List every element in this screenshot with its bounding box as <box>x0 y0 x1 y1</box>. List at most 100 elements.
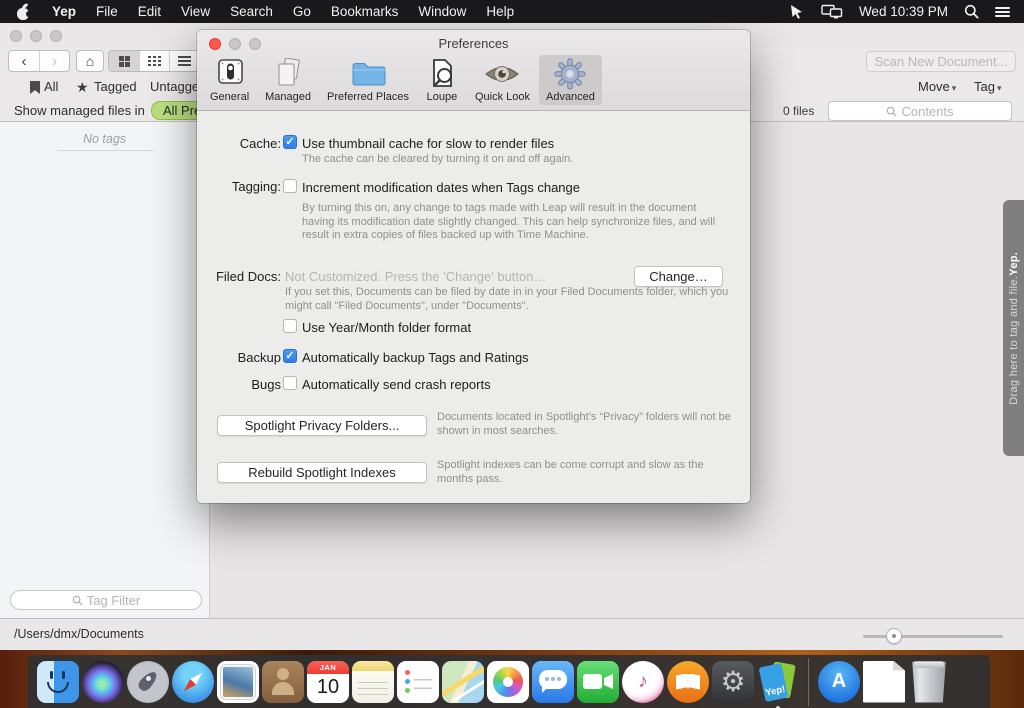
cursor-status-icon[interactable] <box>789 4 805 19</box>
contents-search-field[interactable]: Contents <box>828 101 1012 121</box>
cache-checkbox-label[interactable]: Use thumbnail cache for slow to render f… <box>302 136 554 151</box>
star-icon[interactable]: ★ <box>76 80 89 94</box>
menu-help[interactable]: Help <box>476 0 524 23</box>
preferences-content: Cache: ✓ Use thumbnail cache for slow to… <box>197 111 750 503</box>
view-small-list-button[interactable] <box>139 51 169 71</box>
tab-managed[interactable]: Managed <box>258 55 318 105</box>
tab-advanced[interactable]: Advanced <box>539 55 602 105</box>
contents-placeholder: Contents <box>901 104 953 119</box>
dock-trash-icon[interactable] <box>908 661 950 703</box>
dock-notes-icon[interactable] <box>352 661 394 703</box>
dock-document-icon[interactable] <box>863 661 905 703</box>
dock-reminders-icon[interactable] <box>397 661 439 703</box>
menu-app[interactable]: Yep <box>42 0 86 23</box>
filter-all[interactable]: All <box>44 79 58 94</box>
calendar-month: JAN <box>307 661 349 674</box>
back-button[interactable]: ‹ <box>9 51 39 71</box>
tagging-checkbox[interactable] <box>283 179 297 193</box>
tagging-label: Tagging: <box>197 179 281 194</box>
spotlight-search-icon[interactable] <box>964 4 979 19</box>
move-menu[interactable]: Move▾ <box>918 79 956 94</box>
tag-menu[interactable]: Tag▾ <box>974 79 1002 94</box>
rebuild-indexes-note: Spotlight indexes can be come corrupt an… <box>437 459 732 486</box>
apple-menu-icon[interactable] <box>16 4 30 20</box>
backup-label: Backup <box>197 350 281 365</box>
status-bar: /Users/dmx/Documents <box>0 618 1024 650</box>
tab-preferred-places[interactable]: Preferred Places <box>320 55 416 105</box>
thumbnail-size-slider-track[interactable] <box>863 635 1003 638</box>
home-button[interactable]: ⌂ <box>77 51 103 71</box>
dock-app-store-icon[interactable]: A <box>818 661 860 703</box>
menu-clock[interactable]: Wed 10:39 PM <box>859 0 948 23</box>
forward-button[interactable]: › <box>39 51 69 71</box>
no-tags-label: No tags <box>0 132 209 146</box>
dock-messages-icon[interactable] <box>532 661 574 703</box>
tags-sidebar: No tags Tag Filter <box>0 122 210 618</box>
menu-search[interactable]: Search <box>220 0 283 23</box>
dock-contacts-icon[interactable] <box>262 661 304 703</box>
tag-filter-field[interactable]: Tag Filter <box>10 590 202 610</box>
dock-calendar-icon[interactable]: JAN 10 <box>307 661 349 703</box>
bugs-checkbox[interactable] <box>283 376 297 390</box>
displays-icon[interactable] <box>821 4 843 19</box>
dock-yep-icon[interactable]: Yep! <box>757 661 799 703</box>
menu-file[interactable]: File <box>86 0 128 23</box>
eye-icon <box>482 58 522 90</box>
current-path: /Users/dmx/Documents <box>14 627 144 641</box>
dock-separator <box>808 658 809 706</box>
year-month-checkbox-label[interactable]: Use Year/Month folder format <box>302 320 471 335</box>
menu-bookmarks[interactable]: Bookmarks <box>321 0 409 23</box>
dock-launchpad-icon[interactable] <box>127 661 169 703</box>
change-button[interactable]: Change… <box>634 266 723 287</box>
tagging-checkbox-label[interactable]: Increment modification dates when Tags c… <box>302 180 580 195</box>
tab-quick-look[interactable]: Quick Look <box>468 55 537 105</box>
dock-siri-icon[interactable] <box>82 661 124 703</box>
dock-photos-icon[interactable] <box>487 661 529 703</box>
bugs-label: Bugs <box>197 377 281 392</box>
dock-itunes-icon[interactable]: ♪ <box>622 661 664 703</box>
view-grid-button[interactable] <box>109 51 139 71</box>
preferences-title: Preferences <box>197 36 750 51</box>
menu-edit[interactable]: Edit <box>128 0 171 23</box>
bookmark-filter-icon[interactable] <box>30 81 40 94</box>
nav-buttons: ‹ › <box>8 50 70 72</box>
tab-general[interactable]: General <box>203 55 256 105</box>
dock-facetime-icon[interactable] <box>577 661 619 703</box>
managed-icon <box>271 58 305 90</box>
spotlight-privacy-note: Documents located in Spotlight’s “Privac… <box>437 411 732 438</box>
dock: JAN 10 ♪ ⚙ Yep! A <box>28 655 990 708</box>
chevron-down-icon: ▾ <box>952 83 957 93</box>
dock-ibooks-icon[interactable] <box>667 661 709 703</box>
dock-safari-icon[interactable] <box>172 661 214 703</box>
menu-view[interactable]: View <box>171 0 220 23</box>
tab-loupe[interactable]: Loupe <box>418 55 466 105</box>
filed-docs-note: If you set this, Documents can be filed … <box>285 286 730 313</box>
bugs-checkbox-label[interactable]: Automatically send crash reports <box>302 377 491 392</box>
calendar-day: 10 <box>307 674 349 701</box>
search-icon <box>72 595 83 606</box>
menu-go[interactable]: Go <box>283 0 321 23</box>
dock-maps-icon[interactable] <box>442 661 484 703</box>
dock-system-preferences-icon[interactable]: ⚙ <box>712 661 754 703</box>
search-icon <box>886 106 897 117</box>
gear-icon <box>553 58 587 90</box>
filed-docs-value: Not Customized. Press the 'Change' butto… <box>285 269 547 284</box>
menu-window[interactable]: Window <box>408 0 476 23</box>
view-list-button[interactable] <box>169 51 199 71</box>
notification-center-icon[interactable] <box>995 5 1010 19</box>
rebuild-indexes-button[interactable]: Rebuild Spotlight Indexes <box>217 462 427 483</box>
backup-checkbox-label[interactable]: Automatically backup Tags and Ratings <box>302 350 529 365</box>
dock-finder-icon[interactable] <box>37 661 79 703</box>
tag-filter-placeholder: Tag Filter <box>87 593 140 608</box>
cache-checkbox[interactable]: ✓ <box>283 135 297 149</box>
spotlight-privacy-button[interactable]: Spotlight Privacy Folders... <box>217 415 427 436</box>
yep-drag-tab[interactable]: Drag here to tag and file.Yep. <box>1003 200 1024 456</box>
filter-tagged[interactable]: Tagged <box>94 79 137 94</box>
scan-new-document-button[interactable]: Scan New Document... <box>866 51 1016 72</box>
screen: Yep File Edit View Search Go Bookmarks W… <box>0 0 1024 708</box>
dock-mail-icon[interactable] <box>217 661 259 703</box>
home-button-group: ⌂ <box>76 50 104 72</box>
backup-checkbox[interactable]: ✓ <box>283 349 297 363</box>
thumbnail-size-slider-knob[interactable] <box>886 628 902 644</box>
year-month-checkbox[interactable] <box>283 319 297 333</box>
